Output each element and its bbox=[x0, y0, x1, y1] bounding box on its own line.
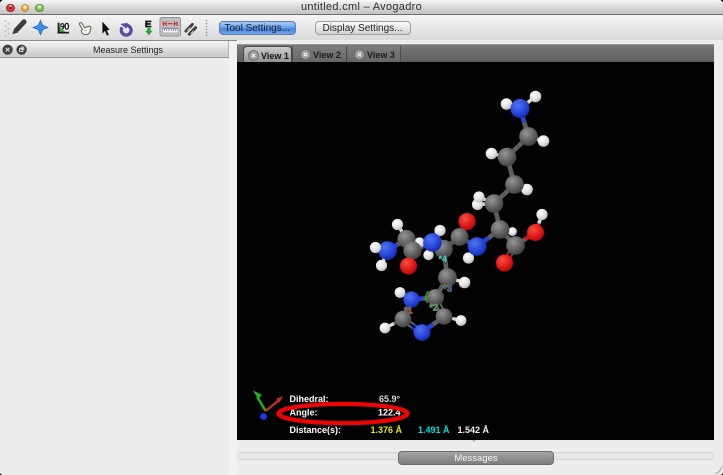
svg-text:Distance(s):: Distance(s): bbox=[290, 425, 342, 435]
svg-text:1.376 Å: 1.376 Å bbox=[371, 425, 403, 435]
svg-text:*2: *2 bbox=[430, 303, 439, 313]
svg-text:1.491 Å: 1.491 Å bbox=[418, 425, 450, 435]
svg-text:1.542 Å: 1.542 Å bbox=[458, 425, 490, 435]
svg-text:*3: *3 bbox=[444, 284, 453, 294]
svg-text:*4: *4 bbox=[439, 254, 448, 264]
svg-text:*1: *1 bbox=[404, 306, 413, 316]
svg-text:65.9°: 65.9° bbox=[379, 394, 401, 404]
